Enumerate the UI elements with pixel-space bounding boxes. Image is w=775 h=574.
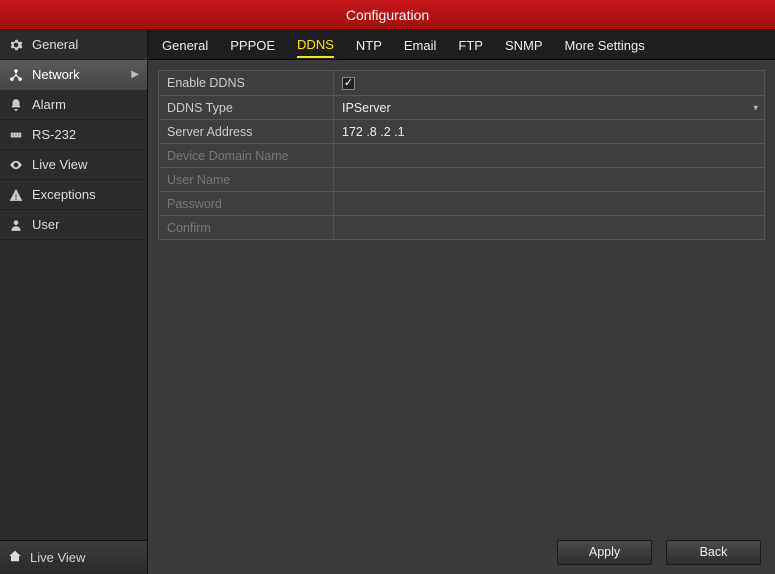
sidebar-item-exceptions[interactable]: Exceptions <box>0 180 147 210</box>
tabbar: General PPPOE DDNS NTP Email FTP SNMP Mo… <box>148 30 775 60</box>
device-domain-label: Device Domain Name <box>159 144 334 167</box>
sidebar-items: General Network ▶ Alarm RS-232 Live View <box>0 30 147 540</box>
form-area: Enable DDNS ✓ DDNS Type IPServer ▾ Serve… <box>148 60 775 530</box>
user-icon <box>8 217 24 233</box>
user-name-input <box>342 173 756 187</box>
sidebar-item-label: Network <box>32 67 80 82</box>
port-icon <box>8 127 24 143</box>
chevron-down-icon: ▾ <box>753 102 758 113</box>
tab-ftp[interactable]: FTP <box>458 32 483 57</box>
server-address-label: Server Address <box>159 120 334 143</box>
sidebar-item-label: Alarm <box>32 97 66 112</box>
sidebar-item-network[interactable]: Network ▶ <box>0 60 147 90</box>
tab-ddns[interactable]: DDNS <box>297 31 334 58</box>
confirm-label: Confirm <box>159 216 334 239</box>
sidebar-item-liveview[interactable]: Live View <box>0 150 147 180</box>
enable-ddns-checkbox[interactable]: ✓ <box>342 77 355 90</box>
tab-pppoe[interactable]: PPPOE <box>230 32 275 57</box>
network-icon <box>8 67 24 83</box>
password-label: Password <box>159 192 334 215</box>
gear-icon <box>8 37 24 53</box>
ddns-type-value: IPServer <box>342 101 756 115</box>
sidebar-item-rs232[interactable]: RS-232 <box>0 120 147 150</box>
sidebar: General Network ▶ Alarm RS-232 Live View <box>0 30 148 574</box>
title: Configuration <box>346 7 429 23</box>
sidebar-item-general[interactable]: General <box>0 30 147 60</box>
warning-icon <box>8 187 24 203</box>
sidebar-item-user[interactable]: User <box>0 210 147 240</box>
server-address-input[interactable] <box>342 125 756 139</box>
tab-email[interactable]: Email <box>404 32 437 57</box>
chevron-right-icon: ▶ <box>131 69 139 80</box>
ddns-type-label: DDNS Type <box>159 96 334 119</box>
sidebar-item-label: General <box>32 37 78 52</box>
bell-icon <box>8 97 24 113</box>
ddns-type-select[interactable]: IPServer ▾ <box>334 96 764 119</box>
back-button[interactable]: Back <box>666 540 761 565</box>
footer: Apply Back <box>148 530 775 574</box>
tab-general[interactable]: General <box>162 32 208 57</box>
sidebar-item-label: Live View <box>32 157 87 172</box>
device-domain-input <box>342 149 756 163</box>
sidebar-item-alarm[interactable]: Alarm <box>0 90 147 120</box>
ddns-form: Enable DDNS ✓ DDNS Type IPServer ▾ Serve… <box>158 70 765 240</box>
confirm-input <box>342 221 756 235</box>
enable-ddns-label: Enable DDNS <box>159 71 334 95</box>
sidebar-item-label: Exceptions <box>32 187 96 202</box>
main-panel: General PPPOE DDNS NTP Email FTP SNMP Mo… <box>148 30 775 574</box>
apply-button[interactable]: Apply <box>557 540 652 565</box>
eye-icon <box>8 157 24 173</box>
user-name-label: User Name <box>159 168 334 191</box>
sidebar-item-label: User <box>32 217 59 232</box>
tab-ntp[interactable]: NTP <box>356 32 382 57</box>
sidebar-footer-liveview[interactable]: Live View <box>0 540 147 574</box>
password-input <box>342 197 756 211</box>
sidebar-footer-label: Live View <box>30 550 85 565</box>
home-icon <box>8 549 22 566</box>
tab-more-settings[interactable]: More Settings <box>565 32 645 57</box>
tab-snmp[interactable]: SNMP <box>505 32 543 57</box>
sidebar-item-label: RS-232 <box>32 127 76 142</box>
titlebar: Configuration <box>0 0 775 30</box>
body: General Network ▶ Alarm RS-232 Live View <box>0 30 775 574</box>
